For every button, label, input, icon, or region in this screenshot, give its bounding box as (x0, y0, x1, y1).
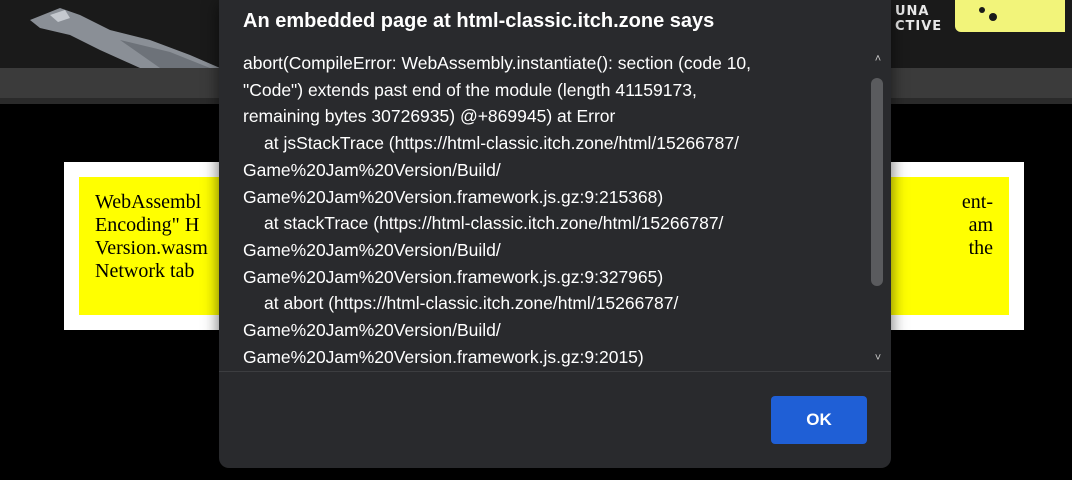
ok-button[interactable]: OK (771, 396, 867, 444)
message-line: at abort (https://html-classic.itch.zone… (264, 293, 679, 314)
message-line: Game%20Jam%20Version/Build/ (243, 159, 501, 180)
alert-dialog: An embedded page at html-classic.itch.zo… (219, 0, 891, 468)
message-line: Game%20Jam%20Version.framework.js.gz:9:2… (243, 186, 664, 207)
message-line: at stackTrace (https://html-classic.itch… (264, 213, 724, 234)
message-line: abort(CompileError: WebAssembly.instanti… (243, 53, 752, 73)
message-line: "Code") extends past end of the module (… (243, 79, 697, 100)
warning-line: Encoding" H (95, 214, 200, 236)
dialog-title: An embedded page at html-classic.itch.zo… (243, 10, 715, 32)
brand-line-1: UNA (895, 4, 930, 19)
scroll-down-icon[interactable]: ˅ (870, 351, 886, 365)
banner-illustration (30, 8, 220, 68)
brand-line-2: CTIVE (895, 19, 943, 34)
banner-logo[interactable] (955, 0, 1065, 32)
scroll-up-icon[interactable]: ˄ (870, 52, 886, 66)
message-line: Game%20Jam%20Version/Build/ (243, 320, 501, 341)
scrollbar-thumb[interactable] (871, 78, 883, 286)
message-line: Game%20Jam%20Version.framework.js.gz:9:2… (243, 346, 644, 367)
warning-line: Network tab (95, 260, 195, 282)
banner-brand-text: UNA CTIVE (895, 4, 955, 34)
warning-line-right: am (968, 214, 993, 236)
dialog-message[interactable]: abort(CompileError: WebAssembly.instanti… (243, 50, 863, 370)
message-line: remaining bytes 30726935) @+869945) at E… (243, 106, 616, 127)
message-line: Game%20Jam%20Version.framework.js.gz:9:3… (243, 266, 664, 287)
warning-line-right: ent- (961, 191, 993, 213)
dialog-divider (219, 371, 891, 372)
warning-line: Version.wasm (95, 237, 208, 259)
warning-line-right: the (968, 237, 993, 259)
warning-line: WebAssembl (95, 191, 202, 213)
message-line: at jsStackTrace (https://html-classic.it… (264, 133, 739, 154)
message-line: Game%20Jam%20Version/Build/ (243, 239, 501, 260)
